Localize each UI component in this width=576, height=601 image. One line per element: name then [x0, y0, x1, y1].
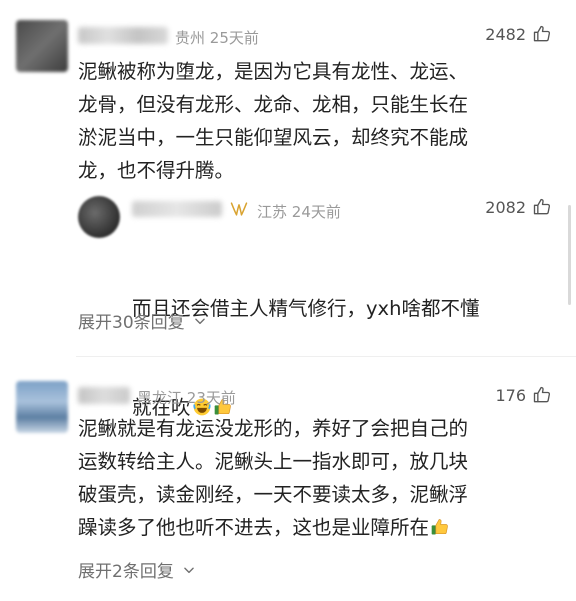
- like-button[interactable]: 2482: [485, 24, 552, 44]
- timestamp: 23天前: [186, 389, 236, 407]
- like-button[interactable]: 176: [495, 385, 552, 405]
- reply-avatar[interactable]: [78, 196, 120, 238]
- location: 黑龙江: [137, 389, 183, 407]
- username[interactable]: [78, 27, 168, 44]
- chevron-down-icon: [184, 567, 194, 573]
- like-count: 176: [495, 385, 526, 405]
- thumbs-up-icon: [533, 25, 551, 42]
- chevron-down-icon: [194, 318, 205, 324]
- avatar[interactable]: [16, 20, 68, 72]
- reply-location: 江苏: [257, 203, 288, 221]
- comment-text: 泥鳅就是有龙运没龙形的，养好了会把自己的 运数转给主人。泥鳅头上一指水即可，放几…: [78, 417, 469, 539]
- reply-like-button[interactable]: 2082: [485, 197, 552, 217]
- comment-meta: 贵州 25天前: [175, 27, 259, 48]
- divider: [76, 356, 576, 357]
- reply-like-count: 2082: [485, 197, 526, 217]
- thumbs-up-icon: [533, 386, 551, 403]
- expand-replies-button[interactable]: 展开30条回复: [78, 308, 207, 333]
- timestamp: 25天前: [209, 29, 259, 47]
- avatar[interactable]: [16, 381, 68, 433]
- expand-replies-button[interactable]: 展开2条回复: [78, 557, 196, 582]
- location: 贵州: [175, 29, 206, 47]
- reply-meta: 江苏 24天前: [257, 201, 341, 222]
- reply-timestamp: 24天前: [291, 203, 341, 221]
- comment-text: 泥鳅被称为堕龙，是因为它具有龙性、龙运、 龙骨，但没有龙形、龙命、龙相，只能生长…: [78, 60, 469, 182]
- comment-meta: 黑龙江 23天前: [137, 387, 236, 408]
- expand-replies-label: 展开30条回复: [78, 313, 185, 333]
- like-count: 2482: [485, 24, 526, 44]
- thumbs-up-emoji-icon: [431, 519, 448, 535]
- vip-badge-icon: [230, 202, 248, 216]
- thumbs-up-icon: [533, 198, 551, 215]
- expand-replies-label: 展开2条回复: [78, 562, 174, 582]
- reply-username[interactable]: [132, 201, 222, 217]
- username[interactable]: [78, 387, 130, 404]
- scrollbar[interactable]: [568, 205, 571, 305]
